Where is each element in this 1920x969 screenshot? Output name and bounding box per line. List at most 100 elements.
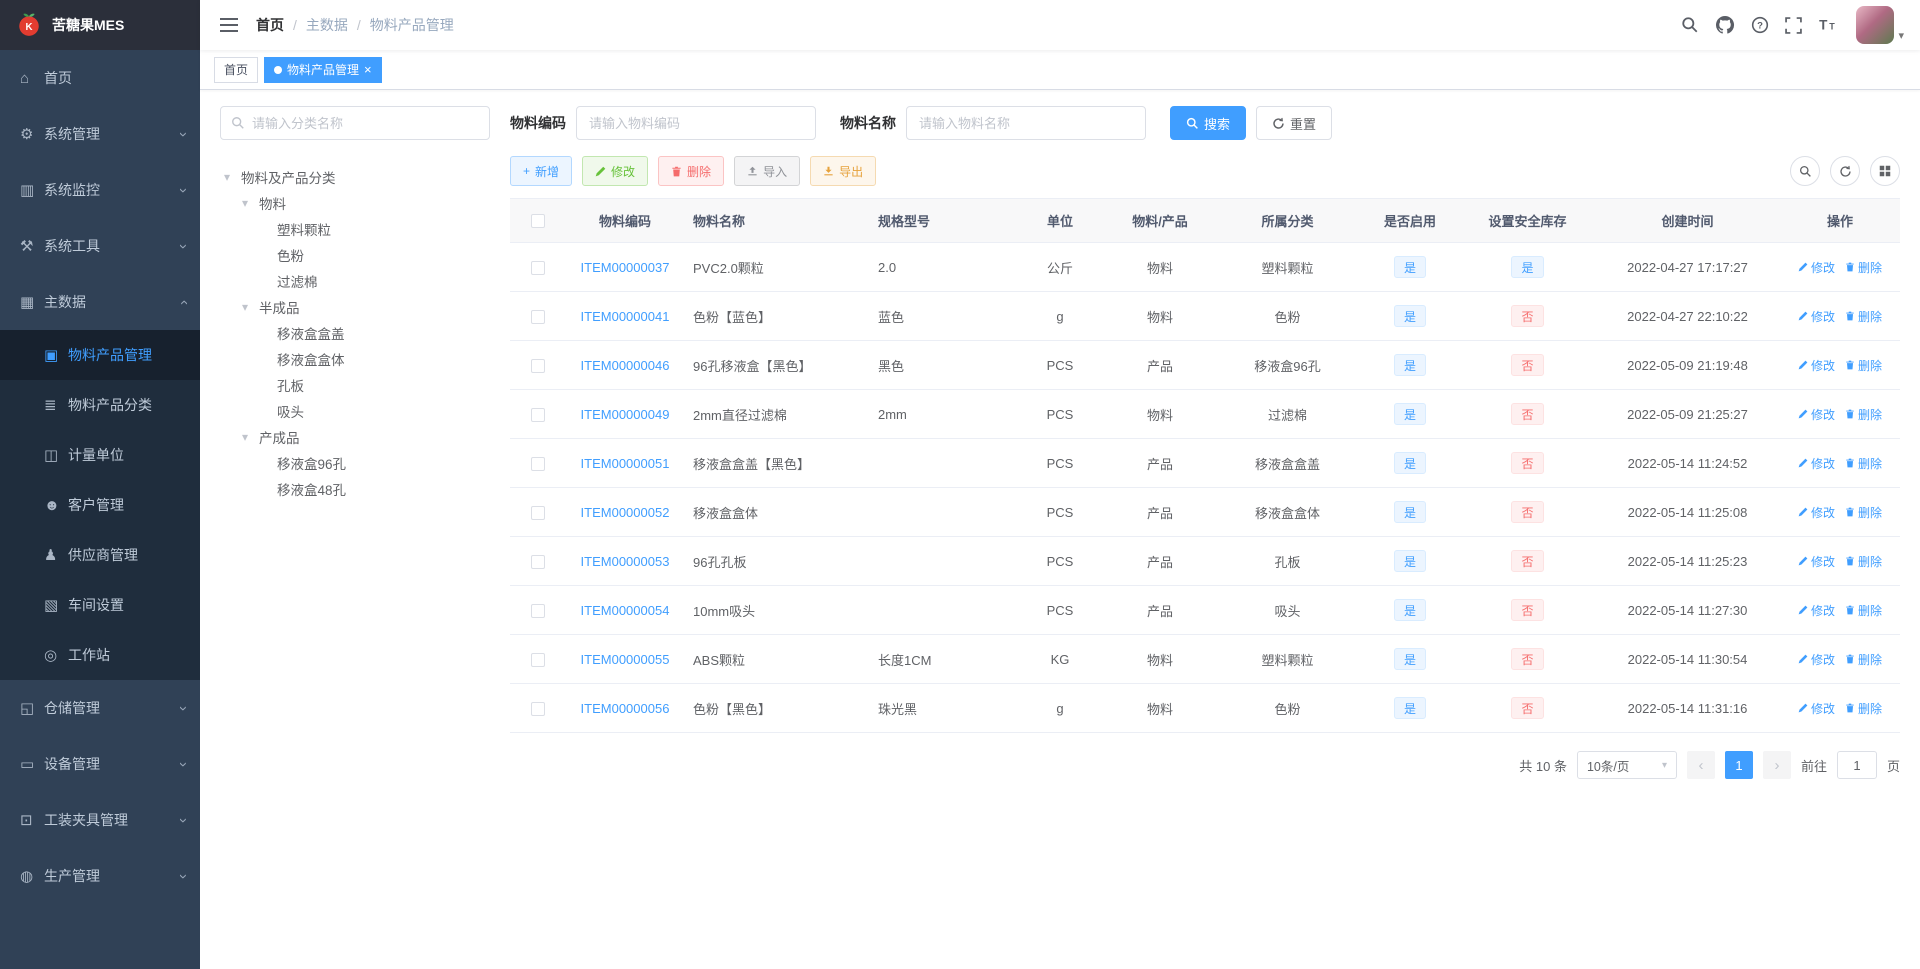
tab-close-icon[interactable]: × [364,63,372,76]
delete-link[interactable]: 删除 [1845,455,1882,472]
delete-link[interactable]: 删除 [1845,259,1882,276]
sidebar-item-master-data[interactable]: ▦ 主数据 › [0,274,200,330]
delete-link[interactable]: 删除 [1845,504,1882,521]
tree-node[interactable]: 吸头 [220,398,490,424]
column-settings-button[interactable] [1870,156,1900,186]
tree-node[interactable]: 孔板 [220,372,490,398]
sidebar-item-material-product-category[interactable]: ≣ 物料产品分类 [0,380,200,430]
toggle-search-button[interactable] [1790,156,1820,186]
page-number-button[interactable]: 1 [1724,751,1753,779]
tree-node[interactable]: ▾ 物料 [220,190,490,216]
tree-node[interactable]: 移液盒盒盖 [220,320,490,346]
edit-link[interactable]: 修改 [1798,700,1835,717]
edit-link[interactable]: 修改 [1798,602,1835,619]
tree-node[interactable]: 移液盒48孔 [220,476,490,502]
row-checkbox[interactable] [530,505,545,520]
row-checkbox[interactable] [530,260,545,275]
edit-link[interactable]: 修改 [1798,651,1835,668]
tree-node[interactable]: 移液盒96孔 [220,450,490,476]
delete-button[interactable]: 删除 [658,156,725,186]
edit-link[interactable]: 修改 [1798,308,1835,325]
sidebar-item-workstation[interactable]: ◎ 工作站 [0,630,200,680]
material-name-input[interactable] [906,106,1146,140]
search-icon[interactable] [1681,16,1699,34]
breadcrumb-master-data[interactable]: 主数据 [306,15,348,35]
material-code-link[interactable]: ITEM00000049 [581,407,670,422]
material-code-link[interactable]: ITEM00000054 [581,603,670,618]
tab-material-product-management[interactable]: 物料产品管理 × [264,56,382,83]
breadcrumb-home[interactable]: 首页 [256,15,284,35]
tree-node[interactable]: ▾ 半成品 [220,294,490,320]
tree-node[interactable]: ▾ 物料及产品分类 [220,164,490,190]
sidebar-item-system-management[interactable]: ⚙ 系统管理 › [0,106,200,162]
sidebar-item-workshop-settings[interactable]: ▧ 车间设置 [0,580,200,630]
delete-link[interactable]: 删除 [1845,651,1882,668]
material-code-link[interactable]: ITEM00000051 [581,456,670,471]
tree-node[interactable]: 色粉 [220,242,490,268]
delete-link[interactable]: 删除 [1845,308,1882,325]
sidebar-toggle-icon[interactable] [216,13,242,37]
refresh-button[interactable] [1830,156,1860,186]
github-icon[interactable] [1715,15,1735,35]
app-logo[interactable]: K 苦糖果MES [0,0,200,50]
edit-link[interactable]: 修改 [1798,259,1835,276]
tree-node[interactable]: 塑料颗粒 [220,216,490,242]
tree-node[interactable]: 移液盒盒体 [220,346,490,372]
add-button[interactable]: + 新增 [510,156,573,186]
material-code-input[interactable] [576,106,816,140]
material-code-link[interactable]: ITEM00000052 [581,505,670,520]
sidebar-item-equipment-management[interactable]: ▭ 设备管理 › [0,736,200,792]
edit-button[interactable]: 修改 [582,156,649,186]
sidebar-item-measurement-unit[interactable]: ◫ 计量单位 [0,430,200,480]
delete-link[interactable]: 删除 [1845,700,1882,717]
delete-link[interactable]: 删除 [1845,357,1882,374]
fullscreen-icon[interactable] [1785,16,1803,34]
reset-button[interactable]: 重置 [1256,106,1333,140]
edit-link[interactable]: 修改 [1798,504,1835,521]
tree-node[interactable]: ▾ 产成品 [220,424,490,450]
sidebar-item-home[interactable]: ⌂ 首页 [0,50,200,106]
row-checkbox[interactable] [530,456,545,471]
material-code-link[interactable]: ITEM00000041 [581,309,670,324]
goto-page-input[interactable] [1836,751,1877,779]
category-search-input[interactable] [252,115,479,131]
edit-link[interactable]: 修改 [1798,406,1835,423]
delete-link[interactable]: 删除 [1845,406,1882,423]
material-code-link[interactable]: ITEM00000056 [581,701,670,716]
row-checkbox[interactable] [530,358,545,373]
material-code-link[interactable]: ITEM00000037 [581,260,670,275]
select-all-checkbox[interactable] [530,214,545,229]
sidebar-item-fixture-management[interactable]: ⊡ 工装夹具管理 › [0,792,200,848]
page-size-select[interactable]: 10条/页 ▾ [1576,751,1677,779]
prev-page-button[interactable]: ‹ [1686,751,1715,779]
edit-link[interactable]: 修改 [1798,455,1835,472]
font-size-icon[interactable]: TT [1818,16,1836,34]
avatar[interactable] [1856,6,1895,44]
edit-link[interactable]: 修改 [1798,357,1835,374]
search-button[interactable]: 搜索 [1170,106,1247,140]
material-code-link[interactable]: ITEM00000046 [581,358,670,373]
row-checkbox[interactable] [530,603,545,618]
next-page-button[interactable]: › [1762,751,1791,779]
edit-link[interactable]: 修改 [1798,553,1835,570]
export-button[interactable]: 导出 [810,156,877,186]
import-button[interactable]: 导入 [734,156,801,186]
sidebar-item-supplier-management[interactable]: ♟ 供应商管理 [0,530,200,580]
help-icon[interactable]: ? [1751,16,1769,34]
row-checkbox[interactable] [530,652,545,667]
sidebar-item-production-management[interactable]: ◍ 生产管理 › [0,848,200,904]
sidebar-item-warehouse-management[interactable]: ◱ 仓储管理 › [0,680,200,736]
row-checkbox[interactable] [530,309,545,324]
material-code-link[interactable]: ITEM00000053 [581,554,670,569]
delete-link[interactable]: 删除 [1845,553,1882,570]
row-checkbox[interactable] [530,701,545,716]
sidebar-item-system-monitoring[interactable]: ▥ 系统监控 › [0,162,200,218]
sidebar-item-system-tools[interactable]: ⚒ 系统工具 › [0,218,200,274]
user-menu[interactable]: ▾ [1856,6,1904,44]
row-checkbox[interactable] [530,407,545,422]
tree-node[interactable]: 过滤棉 [220,268,490,294]
material-code-link[interactable]: ITEM00000055 [581,652,670,667]
delete-link[interactable]: 删除 [1845,602,1882,619]
row-checkbox[interactable] [530,554,545,569]
tab-home[interactable]: 首页 [214,56,259,83]
